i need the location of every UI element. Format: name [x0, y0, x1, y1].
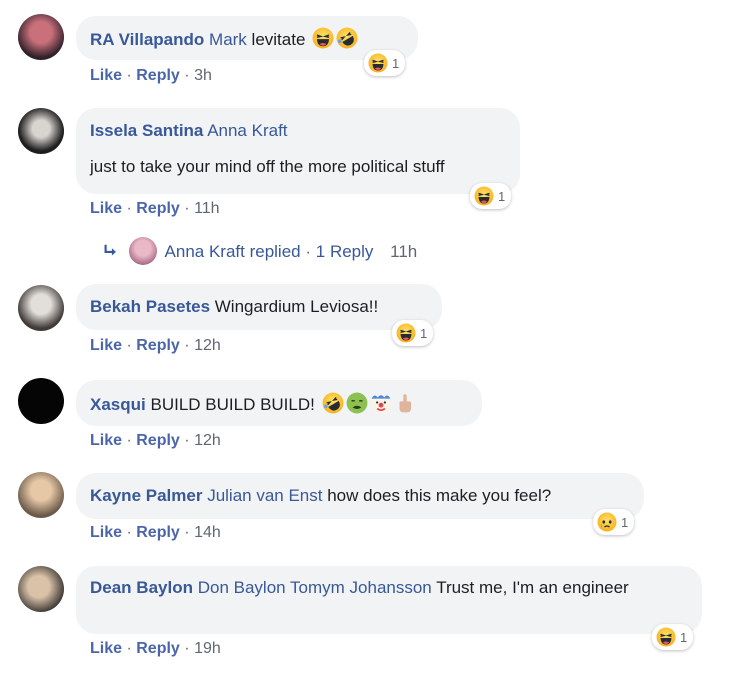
avatar[interactable]: [18, 285, 64, 331]
comment-author[interactable]: Kayne Palmer: [90, 486, 202, 505]
comment-actions: Like · Reply · 12h: [90, 337, 221, 355]
like-link[interactable]: Like: [90, 337, 122, 354]
reply-link[interactable]: Reply: [136, 67, 180, 84]
timestamp[interactable]: 12h: [194, 337, 221, 354]
separator: ·: [184, 200, 190, 217]
reply-count[interactable]: 1 Reply: [316, 242, 374, 261]
reaction-summary[interactable]: 1: [364, 50, 406, 76]
comment-author[interactable]: Issela Santina: [90, 121, 203, 140]
separator: ·: [126, 67, 132, 84]
separator: ·: [126, 640, 132, 657]
reply-thread-label[interactable]: Anna Kraft replied: [165, 242, 301, 261]
comment-actions: Like · Reply · 19h: [90, 640, 221, 658]
tagged-user[interactable]: Don Baylon: [198, 578, 286, 597]
timestamp[interactable]: 3h: [194, 67, 212, 84]
comment-text: how does this make you feel?: [327, 486, 552, 505]
comment-bubble: Xasqui BUILD BUILD BUILD!: [76, 380, 482, 426]
reaction-count: 1: [420, 325, 428, 341]
comment-bubble: Bekah Pasetes Wingardium Leviosa!!: [76, 284, 442, 330]
nauseated-emoji-icon: [346, 392, 368, 414]
reply-link[interactable]: Reply: [136, 432, 180, 449]
haha-reaction-icon: [474, 186, 494, 206]
comment-text: levitate: [251, 30, 306, 49]
haha-reaction-icon: [368, 53, 388, 73]
haha-reaction-icon: [396, 323, 416, 343]
timestamp[interactable]: 19h: [194, 640, 221, 657]
reply-time: 11h: [390, 242, 418, 261]
comment-text: BUILD BUILD BUILD!: [150, 395, 315, 414]
tagged-user[interactable]: Julian van Enst: [207, 486, 322, 505]
separator: ·: [184, 337, 190, 354]
avatar[interactable]: [18, 108, 64, 154]
haha-reaction-icon: [656, 627, 676, 647]
separator: ·: [126, 337, 132, 354]
reaction-summary[interactable]: 1: [392, 320, 434, 346]
avatar[interactable]: [18, 472, 64, 518]
timestamp[interactable]: 14h: [194, 524, 221, 541]
comment-author[interactable]: Dean Baylon: [90, 578, 193, 597]
reaction-count: 1: [621, 514, 629, 530]
clown-emoji-icon: [370, 392, 392, 414]
reaction-summary[interactable]: 1: [652, 624, 694, 650]
separator: ·: [126, 432, 132, 449]
reply-thread-link[interactable]: Anna Kraft replied · 1 Reply 11h: [102, 237, 417, 265]
separator: ·: [184, 524, 190, 541]
tagged-user[interactable]: Tomym Johansson: [290, 578, 432, 597]
middle-finger-emoji-icon: [394, 392, 416, 414]
comment-author[interactable]: Xasqui: [90, 395, 146, 414]
reply-link[interactable]: Reply: [136, 337, 180, 354]
like-link[interactable]: Like: [90, 67, 122, 84]
sad-reaction-icon: [597, 512, 617, 532]
comment-author[interactable]: Bekah Pasetes: [90, 297, 210, 316]
reaction-count: 1: [498, 188, 506, 204]
tagged-user[interactable]: Anna Kraft: [207, 121, 287, 140]
avatar[interactable]: [18, 378, 64, 424]
avatar[interactable]: [18, 566, 64, 612]
comment-actions: Like · Reply · 11h: [90, 200, 220, 218]
comment-actions: Like · Reply · 12h: [90, 432, 221, 450]
comment-text: Wingardium Leviosa!!: [214, 297, 379, 316]
haha-emoji-icon: [312, 27, 334, 49]
timestamp[interactable]: 12h: [194, 432, 221, 449]
comment-author[interactable]: RA Villapando: [90, 30, 204, 49]
comment-bubble: Issela Santina Anna Kraft just to take y…: [76, 108, 520, 194]
reaction-summary[interactable]: 1: [470, 183, 512, 209]
reply-avatar: [128, 237, 157, 265]
rofl-emoji-icon: [336, 27, 358, 49]
reply-link[interactable]: Reply: [136, 524, 180, 541]
like-link[interactable]: Like: [90, 524, 122, 541]
comment-bubble: Dean Baylon Don Baylon Tomym Johansson T…: [76, 566, 702, 634]
comment-bubble: Kayne Palmer Julian van Enst how does th…: [76, 473, 644, 519]
like-link[interactable]: Like: [90, 200, 122, 217]
avatar[interactable]: [18, 14, 64, 60]
comment-actions: Like · Reply · 3h: [90, 67, 212, 85]
tagged-user[interactable]: Mark: [209, 30, 247, 49]
comment-text: Trust me, I'm an engineer: [436, 578, 629, 597]
timestamp[interactable]: 11h: [194, 200, 220, 217]
separator: ·: [305, 242, 312, 261]
reaction-count: 1: [680, 629, 688, 645]
comment-actions: Like · Reply · 14h: [90, 524, 221, 542]
separator: ·: [126, 524, 132, 541]
separator: ·: [184, 640, 190, 657]
reply-arrow-icon: [102, 242, 120, 260]
separator: ·: [184, 432, 190, 449]
reply-link[interactable]: Reply: [136, 640, 180, 657]
reaction-count: 1: [392, 55, 400, 71]
rofl-emoji-icon: [322, 392, 344, 414]
separator: ·: [184, 67, 190, 84]
reaction-summary[interactable]: 1: [593, 509, 635, 535]
comment-text: just to take your mind off the more poli…: [90, 157, 445, 176]
like-link[interactable]: Like: [90, 640, 122, 657]
reply-link[interactable]: Reply: [136, 200, 180, 217]
separator: ·: [126, 200, 132, 217]
like-link[interactable]: Like: [90, 432, 122, 449]
